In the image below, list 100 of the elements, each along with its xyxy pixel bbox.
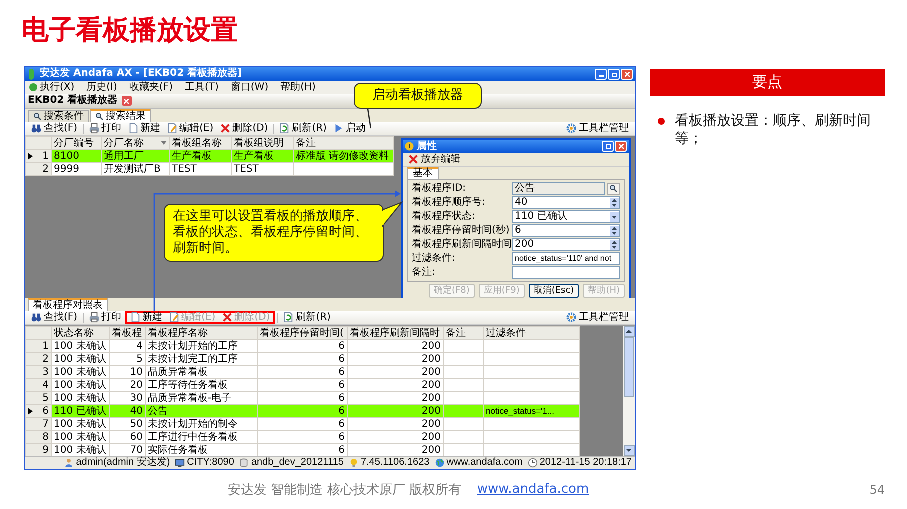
row-number: 3 [42,366,49,378]
spin-field[interactable]: 200 [512,238,620,251]
toolbar-button[interactable]: 编辑(E) [164,122,217,135]
delete-icon [408,154,419,165]
spin-field[interactable]: 6 [512,224,620,237]
input-field[interactable]: 公告 [512,182,605,195]
spin-field[interactable]: 40 [512,196,620,209]
table-cell: 40 [110,404,146,418]
column-header[interactable]: 备注 [294,136,394,150]
menu-item[interactable]: 历史(I) [86,82,118,94]
dropdown-field[interactable]: 110 已确认 [512,210,620,223]
table-row[interactable]: 1 100 未确认 4 未按计划开始的工序 6 200 [26,340,580,352]
toolbar-button[interactable]: 打印 [86,311,125,324]
table-cell: 生产看板 [232,150,294,162]
table-cell: 100 未确认 [52,366,110,378]
toolbar-button[interactable]: 刷新(R) [280,311,334,324]
row-number: 5 [42,392,49,404]
table-row[interactable]: 1 8100 通用工厂 生产看板 生产看板 标准版 请勿修改资料 [26,150,394,162]
tab[interactable]: 看板程序对照表 [28,298,108,311]
refresh-icon [283,312,294,323]
maximize-icon [606,144,610,149]
table-cell: 6 [258,418,348,430]
up-arrow-icon [626,329,632,334]
table-cell: 通用工厂 [102,150,170,162]
document-tab[interactable]: EKB02 看板播放器 [28,95,132,107]
edit-icon [166,123,178,134]
toolbar-button[interactable]: 删除(D) [216,122,272,135]
leader-line [367,108,372,129]
restore-button[interactable] [608,68,620,80]
menu-item[interactable]: 帮助(H) [280,82,316,94]
table-row[interactable]: 7 100 未确认 50 未按计划开始的制令 6 200 [26,418,580,430]
column-header[interactable]: 备注 [444,326,484,340]
table-cell: 6 [258,378,348,392]
column-header[interactable]: 过滤条件 [484,326,580,340]
status-text: www.andafa.com [446,457,523,469]
toolbar-manager-button[interactable]: 工具栏管理 [563,311,632,324]
column-header[interactable]: 看板组名称 [170,136,232,150]
gear-icon [566,123,577,134]
refresh-icon [279,123,290,134]
table-row[interactable]: 6 110 已确认 40 公告 6 200 notice_status='1... [26,404,580,418]
close-button[interactable] [621,68,633,80]
column-header[interactable]: 分厂编号 [52,136,102,150]
menu-item[interactable]: 执行(X) [29,82,75,94]
input-field[interactable] [512,266,620,279]
menu-item[interactable]: 收藏夹(F) [129,82,173,94]
binoculars-icon [31,123,42,134]
toolbar-button[interactable]: 启动 [330,122,369,135]
scrollbar[interactable] [623,326,635,456]
page-number: 54 [870,482,885,496]
tab[interactable]: 搜索条件 [28,110,89,122]
table-row[interactable]: 4 100 未确认 20 工序等待任务看板 6 200 [26,378,580,392]
row-number: 1 [42,340,49,352]
table-row[interactable]: 2 9999 开发测试厂B TEST TEST [26,162,394,176]
menu-item[interactable]: 窗口(W) [230,82,269,94]
dialog-title: 属性 [417,140,437,152]
toolbar-manager-button[interactable]: 工具栏管理 [563,122,632,135]
toolbar-button[interactable]: 查找(F) [28,311,81,324]
table-cell: 200 [348,378,444,392]
toolbar-button[interactable]: 刷新(R) [276,122,330,135]
lookup-button[interactable] [607,182,620,194]
table-cell: 50 [110,418,146,430]
clock-icon [528,458,538,468]
dialog-button[interactable]: 取消(Esc) [528,284,580,298]
tab-close-button[interactable] [122,96,132,106]
column-header[interactable]: 看板组说明 [232,136,294,150]
column-header[interactable]: 分厂名称 [102,136,170,150]
toolbar-button[interactable]: 查找(F) [28,122,81,135]
database-icon [239,458,250,468]
table-row[interactable]: 2 100 未确认 5 未按计划完工的工序 6 200 [26,352,580,366]
table-cell: 10 [110,366,146,378]
table-cell: 开发测试厂B [102,162,170,176]
table-cell: 工序等待任务看板 [146,378,258,392]
toolbar-button[interactable]: 新建 [124,122,164,135]
column-header[interactable]: 看板程序名称 [146,326,258,340]
field-label: 看板程序顺序号: [412,196,486,209]
table-cell: 100 未确认 [52,430,110,444]
website-link[interactable]: www.andafa.com [477,482,590,497]
column-header[interactable]: 看板程序停留时间( [258,326,348,340]
toolbar-button[interactable]: 打印 [86,122,125,135]
table-cell: 生产看板 [170,150,232,162]
window-title: 安达发 Andafa AX - [EKB02 看板播放器] [40,68,242,80]
column-header[interactable]: 状态名称 [52,326,110,340]
table-cell: 200 [348,404,444,418]
tab[interactable]: 基本 [407,167,439,179]
maximize-button[interactable] [602,141,614,152]
column-header[interactable]: 看板程 [110,326,146,340]
table-cell: 100 未确认 [52,352,110,366]
column-header[interactable]: 看板程序刷新间隔时 [348,326,444,340]
table-cell: 110 已确认 [52,404,110,418]
close-button[interactable] [615,141,627,152]
input-field[interactable]: notice_status='110' and not [512,252,620,265]
minimize-button[interactable] [595,68,607,80]
slide-title: 电子看板播放设置 [22,14,238,48]
binoculars-icon [31,312,42,323]
table-cell: 200 [348,340,444,352]
menu-item[interactable]: 工具(T) [184,82,219,94]
table-cell: 未按计划开始的工序 [146,340,258,352]
table-row[interactable]: 8 100 未确认 60 工序进行中任务看板 6 200 [26,430,580,444]
discard-edit-button[interactable]: 放弃编辑 [405,153,464,166]
table-row[interactable]: 3 100 未确认 10 品质异常看板 6 200 [26,366,580,378]
